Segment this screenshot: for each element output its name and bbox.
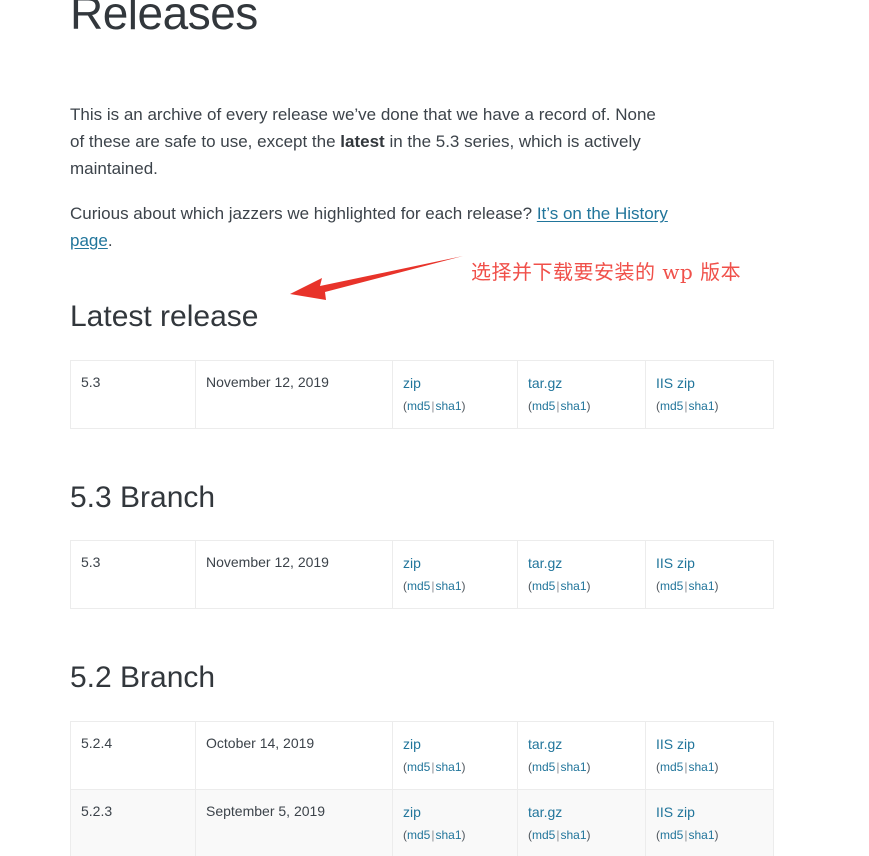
table-row: 5.2.3 September 5, 2019 zip (md5|sha1) t… — [70, 788, 774, 856]
paren-close: ) — [461, 579, 466, 594]
sha1-link[interactable]: sha1 — [688, 399, 714, 413]
checksum-links: (md5|sha1) — [528, 578, 635, 594]
cell-date: September 5, 2019 — [195, 788, 393, 856]
md5-link[interactable]: md5 — [407, 828, 430, 842]
checksum-links: (md5|sha1) — [528, 398, 635, 414]
history-text-prefix: Curious about which jazzers we highlight… — [70, 204, 537, 224]
cell-download-targz: tar.gz (md5|sha1) — [517, 720, 646, 790]
paren-close: ) — [714, 759, 719, 774]
paren-close: ) — [461, 398, 466, 413]
cell-download-targz: tar.gz (md5|sha1) — [517, 788, 646, 856]
md5-link[interactable]: md5 — [532, 760, 555, 774]
releases-page: Releases This is an archive of every rel… — [0, 0, 869, 856]
cell-download-zip: zip (md5|sha1) — [392, 720, 518, 790]
download-link[interactable]: zip — [403, 802, 507, 822]
md5-link[interactable]: md5 — [407, 579, 430, 593]
releases-table-latest: 5.3 November 12, 2019 zip (md5|sha1) tar… — [70, 359, 774, 429]
section-heading-latest-release: Latest release — [70, 300, 259, 334]
sha1-link[interactable]: sha1 — [435, 579, 461, 593]
cell-download-iiszip: IIS zip (md5|sha1) — [645, 720, 774, 790]
section-heading-5-2-branch: 5.2 Branch — [70, 661, 216, 695]
cell-download-iiszip: IIS zip (md5|sha1) — [645, 788, 774, 856]
checksum-links: (md5|sha1) — [528, 827, 635, 843]
paren-close: ) — [461, 759, 466, 774]
download-link[interactable]: tar.gz — [528, 553, 635, 573]
cell-download-zip: zip (md5|sha1) — [392, 359, 518, 429]
checksum-links: (md5|sha1) — [656, 578, 763, 594]
cell-download-targz: tar.gz (md5|sha1) — [517, 359, 646, 429]
sha1-link[interactable]: sha1 — [688, 579, 714, 593]
md5-link[interactable]: md5 — [660, 828, 683, 842]
table-row: 5.3 November 12, 2019 zip (md5|sha1) tar… — [70, 540, 774, 610]
sha1-link[interactable]: sha1 — [435, 828, 461, 842]
sha1-link[interactable]: sha1 — [560, 760, 586, 774]
md5-link[interactable]: md5 — [407, 760, 430, 774]
sha1-link[interactable]: sha1 — [560, 399, 586, 413]
releases-table-5-2: 5.2.4 October 14, 2019 zip (md5|sha1) ta… — [70, 720, 774, 856]
checksum-links: (md5|sha1) — [656, 827, 763, 843]
sha1-link[interactable]: sha1 — [560, 828, 586, 842]
cell-download-zip: zip (md5|sha1) — [392, 540, 518, 610]
checksum-links: (md5|sha1) — [403, 578, 507, 594]
download-link[interactable]: zip — [403, 373, 507, 393]
paren-close: ) — [714, 579, 719, 594]
history-paragraph: Curious about which jazzers we highlight… — [70, 200, 674, 254]
page-content: Releases This is an archive of every rel… — [70, 0, 774, 856]
page-title: Releases — [70, 0, 258, 39]
download-link[interactable]: IIS zip — [656, 802, 763, 822]
paren-close: ) — [586, 398, 591, 413]
cell-version: 5.2.3 — [70, 788, 196, 856]
md5-link[interactable]: md5 — [660, 760, 683, 774]
cell-version: 5.3 — [70, 359, 196, 429]
cell-date: November 12, 2019 — [195, 540, 393, 610]
checksum-links: (md5|sha1) — [403, 827, 507, 843]
table-row: 5.3 November 12, 2019 zip (md5|sha1) tar… — [70, 359, 774, 429]
download-link[interactable]: IIS zip — [656, 553, 763, 573]
md5-link[interactable]: md5 — [532, 579, 555, 593]
checksum-links: (md5|sha1) — [656, 759, 763, 775]
md5-link[interactable]: md5 — [660, 399, 683, 413]
sha1-link[interactable]: sha1 — [560, 579, 586, 593]
intro-bold-latest: latest — [340, 132, 385, 152]
cell-date: October 14, 2019 — [195, 720, 393, 790]
paren-close: ) — [586, 579, 591, 594]
download-link[interactable]: tar.gz — [528, 734, 635, 754]
download-link[interactable]: zip — [403, 553, 507, 573]
sha1-link[interactable]: sha1 — [688, 828, 714, 842]
md5-link[interactable]: md5 — [532, 828, 555, 842]
paren-close: ) — [714, 827, 719, 842]
download-link[interactable]: IIS zip — [656, 373, 763, 393]
download-link[interactable]: zip — [403, 734, 507, 754]
checksum-links: (md5|sha1) — [656, 398, 763, 414]
paren-close: ) — [586, 759, 591, 774]
md5-link[interactable]: md5 — [660, 579, 683, 593]
paren-close: ) — [461, 827, 466, 842]
sha1-link[interactable]: sha1 — [435, 760, 461, 774]
section-heading-5-3-branch: 5.3 Branch — [70, 480, 216, 514]
download-link[interactable]: tar.gz — [528, 802, 635, 822]
md5-link[interactable]: md5 — [532, 399, 555, 413]
download-link[interactable]: IIS zip — [656, 734, 763, 754]
cell-download-targz: tar.gz (md5|sha1) — [517, 540, 646, 610]
paren-close: ) — [586, 827, 591, 842]
table-row: 5.2.4 October 14, 2019 zip (md5|sha1) ta… — [70, 720, 774, 790]
sha1-link[interactable]: sha1 — [435, 399, 461, 413]
cell-version: 5.3 — [70, 540, 196, 610]
paren-close: ) — [714, 398, 719, 413]
checksum-links: (md5|sha1) — [403, 398, 507, 414]
cell-version: 5.2.4 — [70, 720, 196, 790]
cell-download-iiszip: IIS zip (md5|sha1) — [645, 540, 774, 610]
sha1-link[interactable]: sha1 — [688, 760, 714, 774]
md5-link[interactable]: md5 — [407, 399, 430, 413]
download-link[interactable]: tar.gz — [528, 373, 635, 393]
checksum-links: (md5|sha1) — [528, 759, 635, 775]
cell-download-zip: zip (md5|sha1) — [392, 788, 518, 856]
cell-download-iiszip: IIS zip (md5|sha1) — [645, 359, 774, 429]
history-text-suffix: . — [107, 231, 113, 251]
releases-table-5-3: 5.3 November 12, 2019 zip (md5|sha1) tar… — [70, 540, 774, 610]
cell-date: November 12, 2019 — [195, 359, 393, 429]
intro-paragraph: This is an archive of every release we’v… — [70, 101, 674, 182]
checksum-links: (md5|sha1) — [403, 759, 507, 775]
